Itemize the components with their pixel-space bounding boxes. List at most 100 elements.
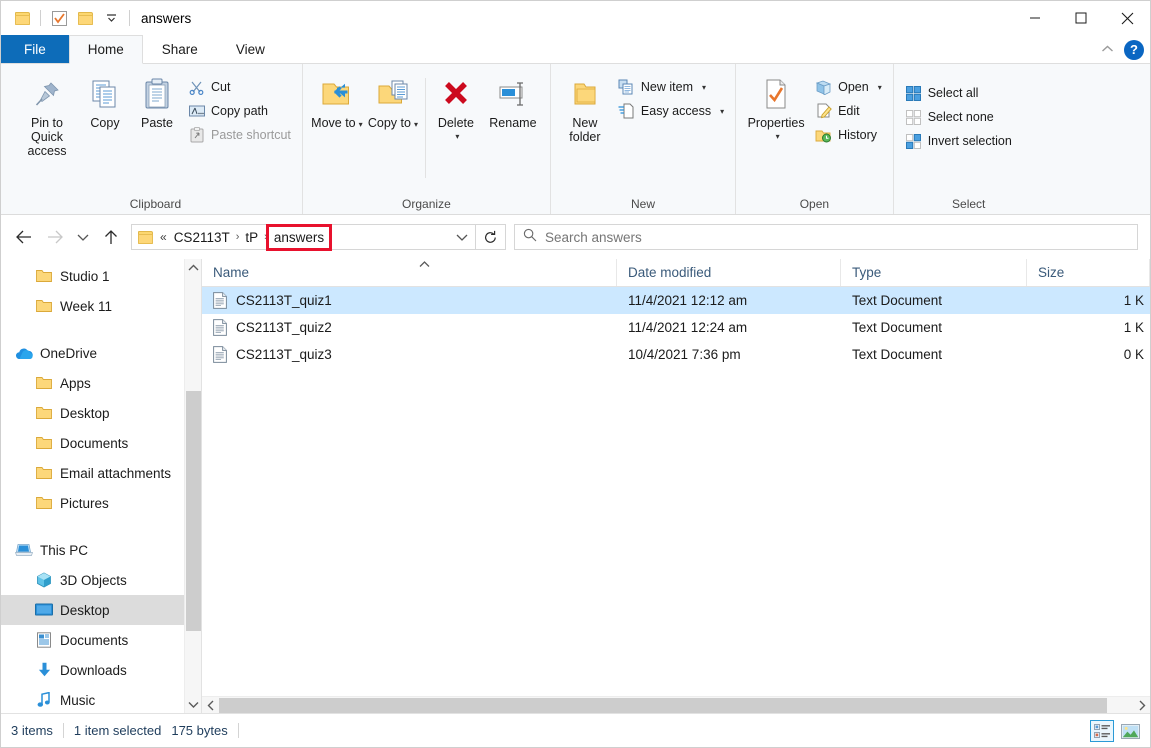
chevron-down-icon[interactable]: ▾ bbox=[702, 83, 706, 92]
chevron-down-icon[interactable]: ▾ bbox=[878, 83, 882, 92]
delete-button[interactable]: Delete ▾ bbox=[430, 72, 482, 145]
nav-item-email-attachments[interactable]: Email attachments bbox=[1, 458, 201, 488]
nav-item-week-11[interactable]: Week 11 bbox=[1, 291, 201, 321]
cut-button[interactable]: Cut bbox=[183, 76, 296, 98]
nav-item-3d-objects[interactable]: 3D Objects bbox=[1, 565, 201, 595]
properties-checkbox-icon[interactable] bbox=[46, 5, 72, 31]
file-type-cell: Text Document bbox=[852, 293, 943, 308]
scroll-down-arrow-icon[interactable] bbox=[185, 696, 201, 713]
qat-divider-2 bbox=[129, 10, 130, 26]
back-button[interactable] bbox=[7, 221, 39, 253]
tab-view[interactable]: View bbox=[217, 35, 284, 63]
chevron-down-icon[interactable]: ▾ bbox=[776, 132, 780, 141]
collapse-ribbon-icon[interactable] bbox=[1101, 41, 1114, 59]
easy-access-button[interactable]: Easy access ▾ bbox=[613, 100, 729, 122]
nav-item-studio-1[interactable]: Studio 1 bbox=[1, 261, 201, 291]
breadcrumb-separator-2[interactable]: › bbox=[262, 231, 270, 243]
chevron-down-icon[interactable]: ▾ bbox=[720, 107, 724, 116]
rename-button[interactable]: Rename bbox=[482, 72, 544, 134]
recent-locations-button[interactable] bbox=[71, 221, 95, 253]
move-to-button[interactable]: Move to ▾ bbox=[309, 72, 365, 136]
navigation-tree: Studio 1 Week 11 OneDrive Apps Desktop D… bbox=[1, 259, 201, 713]
scroll-left-arrow-icon[interactable] bbox=[202, 697, 219, 713]
horizontal-scrollbar[interactable] bbox=[202, 696, 1150, 713]
breadcrumb-item-cs2113t[interactable]: CS2113T bbox=[170, 228, 234, 247]
copy-to-button[interactable]: Copy to ▾ bbox=[365, 72, 421, 136]
new-folder-button[interactable]: New folder bbox=[557, 72, 613, 148]
folder-icon bbox=[35, 494, 53, 512]
edit-button[interactable]: Edit bbox=[810, 100, 887, 122]
nav-item-this-pc[interactable]: This PC bbox=[1, 535, 201, 565]
nav-item-onedrive[interactable]: OneDrive bbox=[1, 338, 201, 368]
breadcrumb-overflow[interactable]: « bbox=[158, 230, 170, 244]
breadcrumb-dropdown-icon[interactable] bbox=[451, 233, 473, 242]
column-header-type[interactable]: Type bbox=[841, 259, 1027, 286]
breadcrumb-item-tp[interactable]: tP bbox=[241, 228, 262, 247]
select-all-button[interactable]: Select all bbox=[900, 82, 1017, 104]
breadcrumb[interactable]: « CS2113T › tP › answers bbox=[131, 223, 476, 251]
column-header-size[interactable]: Size bbox=[1027, 259, 1150, 286]
table-row[interactable]: CS2113T_quiz3 10/4/2021 7:36 pm Text Doc… bbox=[202, 341, 1150, 368]
tab-file[interactable]: File bbox=[1, 35, 69, 63]
copy-label: Copy bbox=[90, 116, 120, 130]
ribbon-group-label-select: Select bbox=[952, 197, 986, 211]
table-row[interactable]: CS2113T_quiz1 11/4/2021 12:12 am Text Do… bbox=[202, 287, 1150, 314]
refresh-button[interactable] bbox=[476, 224, 506, 250]
nav-item-apps[interactable]: Apps bbox=[1, 368, 201, 398]
chevron-down-icon[interactable]: ▾ bbox=[414, 120, 418, 129]
nav-item-onedrive-pictures[interactable]: Pictures bbox=[1, 488, 201, 518]
new-folder-icon[interactable] bbox=[72, 5, 98, 31]
maximize-button[interactable] bbox=[1058, 1, 1104, 35]
column-header-name[interactable]: Name bbox=[202, 259, 617, 286]
nav-item-onedrive-desktop[interactable]: Desktop bbox=[1, 398, 201, 428]
large-icons-view-button[interactable] bbox=[1118, 720, 1142, 742]
minimize-button[interactable] bbox=[1012, 1, 1058, 35]
qat-divider bbox=[40, 10, 41, 26]
open-button[interactable]: Open ▾ bbox=[810, 76, 887, 98]
horizontal-scrollbar-thumb[interactable] bbox=[219, 698, 1107, 713]
breadcrumb-item-answers[interactable]: answers bbox=[265, 223, 333, 251]
customize-quick-access-caret[interactable] bbox=[98, 5, 124, 31]
help-icon[interactable]: ? bbox=[1124, 39, 1144, 60]
tab-home[interactable]: Home bbox=[68, 35, 143, 64]
nav-item-desktop[interactable]: Desktop bbox=[1, 595, 201, 625]
breadcrumb-separator-1[interactable]: › bbox=[234, 231, 242, 243]
invert-selection-button[interactable]: Invert selection bbox=[900, 130, 1017, 152]
nav-item-onedrive-documents[interactable]: Documents bbox=[1, 428, 201, 458]
select-none-button[interactable]: Select none bbox=[900, 106, 1017, 128]
nav-item-documents[interactable]: Documents bbox=[1, 625, 201, 655]
new-item-button[interactable]: New item ▾ bbox=[613, 76, 729, 98]
properties-button[interactable]: Properties ▾ bbox=[742, 72, 810, 145]
nav-item-music[interactable]: Music bbox=[1, 685, 201, 713]
up-button[interactable] bbox=[95, 221, 127, 253]
tab-share[interactable]: Share bbox=[143, 35, 217, 63]
select-none-label: Select none bbox=[927, 110, 994, 124]
navigation-scrollbar-thumb[interactable] bbox=[186, 391, 201, 631]
nav-label: Desktop bbox=[60, 405, 110, 421]
pin-to-quick-access-button[interactable]: Pin to Quick access bbox=[15, 72, 79, 162]
table-row[interactable]: CS2113T_quiz2 11/4/2021 12:24 am Text Do… bbox=[202, 314, 1150, 341]
folder-icon bbox=[35, 374, 53, 392]
details-view-button[interactable] bbox=[1090, 720, 1114, 742]
copy-path-button[interactable]: Copy path bbox=[183, 100, 296, 122]
navigation-scrollbar[interactable] bbox=[184, 259, 201, 713]
search-input[interactable]: Search answers bbox=[514, 224, 1138, 250]
scroll-up-arrow-icon[interactable] bbox=[185, 259, 201, 276]
paste-shortcut-button[interactable]: Paste shortcut bbox=[183, 124, 296, 146]
close-button[interactable] bbox=[1104, 1, 1150, 35]
invert-selection-icon bbox=[905, 133, 922, 150]
copy-path-label: Copy path bbox=[211, 104, 268, 118]
delete-icon bbox=[441, 76, 471, 112]
paste-button[interactable]: Paste bbox=[131, 72, 183, 134]
chevron-down-icon[interactable]: ▾ bbox=[455, 132, 459, 141]
history-button[interactable]: History bbox=[810, 124, 887, 146]
text-document-icon bbox=[213, 292, 227, 309]
nav-item-downloads[interactable]: Downloads bbox=[1, 655, 201, 685]
forward-button[interactable] bbox=[39, 221, 71, 253]
scroll-right-arrow-icon[interactable] bbox=[1133, 697, 1150, 713]
documents-icon bbox=[35, 631, 53, 649]
chevron-down-icon[interactable]: ▾ bbox=[359, 120, 363, 129]
column-header-date-modified[interactable]: Date modified bbox=[617, 259, 841, 286]
copy-button[interactable]: Copy bbox=[79, 72, 131, 134]
horizontal-scrollbar-track[interactable] bbox=[219, 697, 1133, 713]
